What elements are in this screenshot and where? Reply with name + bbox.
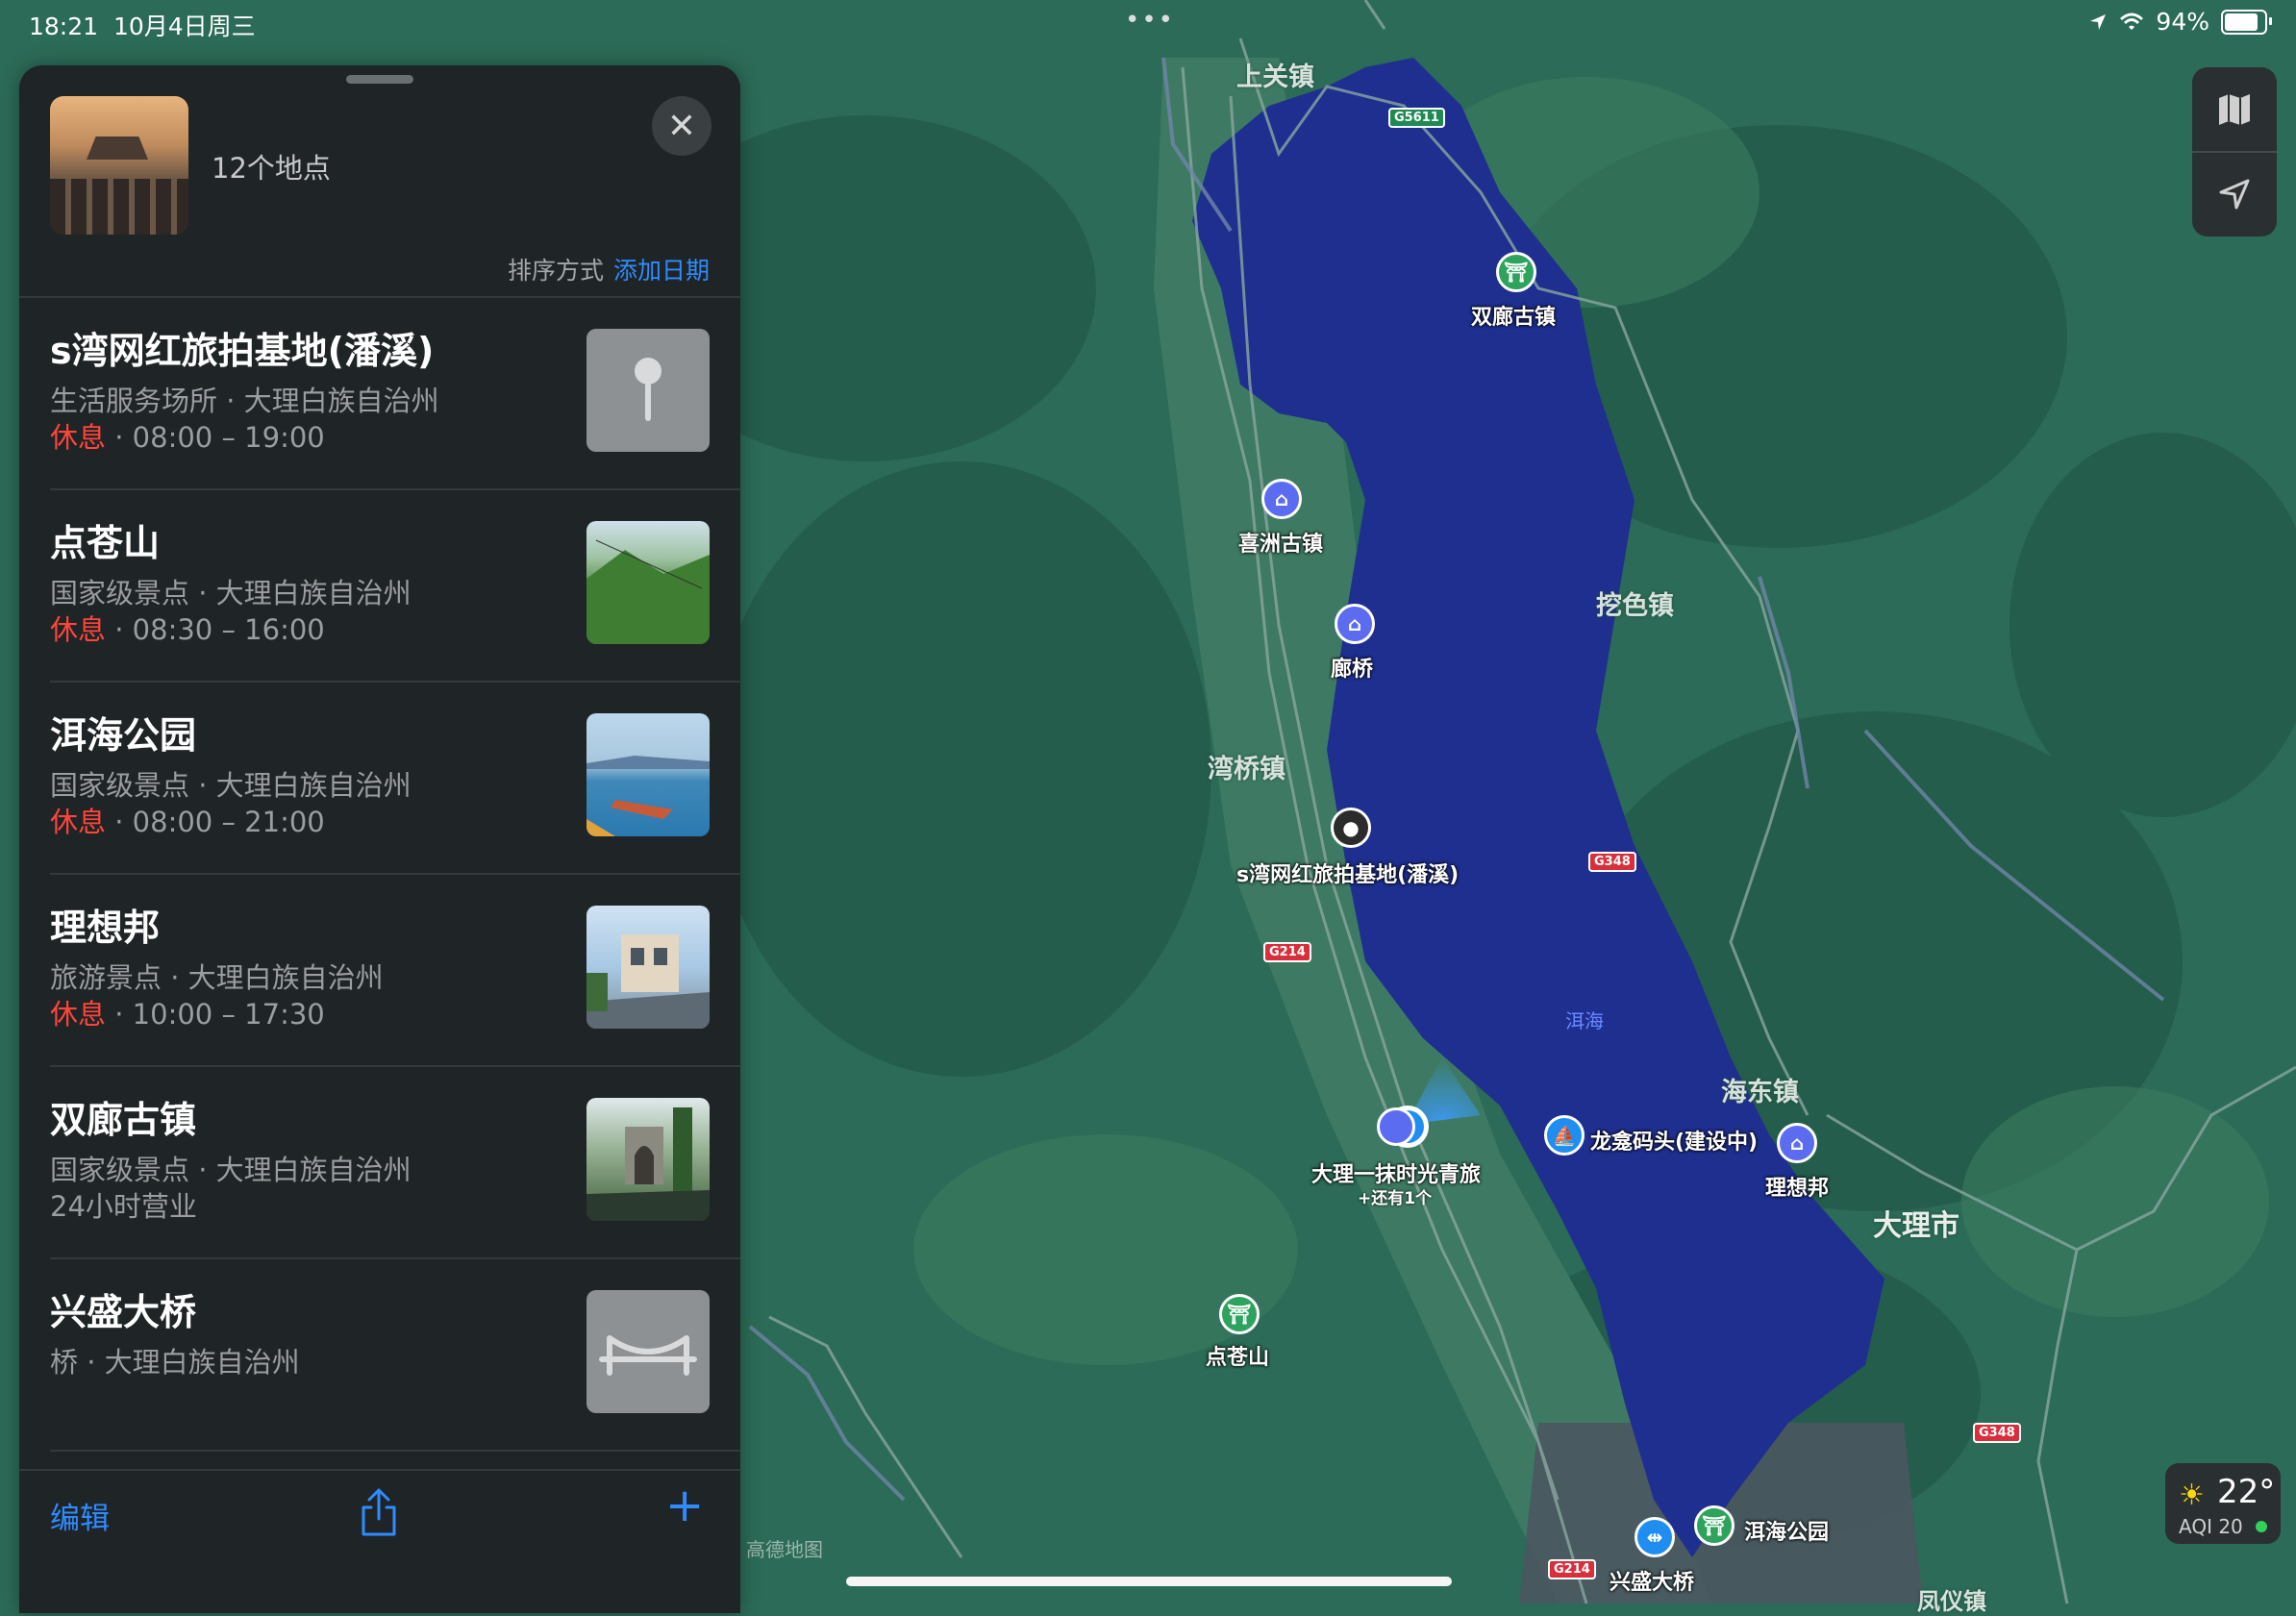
home-indicator[interactable] [846,1577,1452,1586]
sun-icon: ☀ [2179,1479,2205,1512]
town-label: 凤仪镇 [1917,1588,1986,1615]
place-title: 兴盛大桥 [50,1291,197,1333]
road-shield: G214 [1263,942,1311,962]
sort-label: 排序方式 [507,257,604,285]
poi-longkan-label[interactable]: 龙龛码头(建设中) [1590,1125,1758,1156]
weather-widget[interactable]: ☀ 22° AQI 20 [2165,1463,2281,1544]
poi-swan-pin[interactable]: ● [1331,808,1371,848]
road-shield: G348 [1588,852,1636,872]
place-hours: 休息 · 10:00 – 17:30 [50,998,325,1031]
place-title: 洱海公园 [50,714,197,757]
status-bar: 18:21 10月4日周三 ••• 94% [0,0,2296,46]
guide-panel: 12个地点 ✕ 排序方式 添加日期 s湾网红旅拍基地(潘溪) 生活服务场所 · 大… [19,65,740,1613]
poi-swan-label[interactable]: s湾网红旅拍基地(潘溪) [1236,858,1459,888]
town-label: 湾桥镇 [1208,755,1285,784]
poi-diancang-pin[interactable]: ⛩ [1219,1294,1260,1334]
poi-erhai-park-label[interactable]: 洱海公园 [1744,1515,1829,1546]
wifi-icon [2120,12,2144,30]
poi-shuanglang-pin[interactable]: ⛩ [1496,252,1536,292]
close-icon: ✕ [666,106,697,146]
building-photo [586,906,710,1029]
place-hours: 休息 · 08:30 – 16:00 [50,613,325,646]
locate-me-icon[interactable] [2213,173,2256,215]
poi-shuanglang-label[interactable]: 双廊古镇 [1471,300,1556,331]
place-subtitle: 桥 · 大理白族自治州 [50,1346,300,1379]
place-subtitle: 国家级景点 · 大理白族自治州 [50,577,412,609]
poi-langqiao-label[interactable]: 廊桥 [1331,652,1373,683]
poi-langqiao-pin[interactable]: ⌂ [1335,604,1375,644]
poi-lixiangbang-pin[interactable]: ⌂ [1777,1123,1817,1163]
plus-icon: + [665,1479,705,1532]
mountain-photo [586,521,710,644]
panel-grabber[interactable] [346,75,413,84]
place-title: 点苍山 [50,522,161,564]
list-item[interactable]: 理想邦 旅游景点 · 大理白族自治州 休息 · 10:00 – 17:30 [19,875,740,1067]
status-time: 18:21 10月4日周三 [29,12,256,40]
list-item[interactable]: s湾网红旅拍基地(潘溪) 生活服务场所 · 大理白族自治州 休息 · 08:00… [19,298,740,490]
poi-lixiangbang-label[interactable]: 理想邦 [1765,1171,1829,1202]
poi-xingsheng-label[interactable]: 兴盛大桥 [1610,1565,1694,1596]
location-arrow-icon [2090,13,2107,30]
place-subtitle: 国家级景点 · 大理白族自治州 [50,769,412,802]
poi-diancang-label[interactable]: 点苍山 [1206,1340,1269,1371]
place-hours: 休息 · 08:00 – 19:00 [50,421,325,454]
map-watermark: 高德地图 [746,1538,823,1561]
town-photo [586,1098,710,1221]
guide-place-count: 12个地点 [212,152,331,185]
town-label: 上关镇 [1236,62,1314,92]
add-place-button[interactable]: + [665,1482,704,1529]
list-item[interactable]: 双廊古镇 国家级景点 · 大理白族自治州 24小时营业 [19,1067,740,1259]
sort-option-link[interactable]: 添加日期 [613,257,710,285]
status-right: 94% [2088,8,2272,36]
place-hours: 休息 · 08:00 – 21:00 [50,806,325,838]
bridge-icon [586,1290,710,1413]
hostel-cluster-pin[interactable] [1377,1107,1415,1146]
guide-cover-image [50,96,188,235]
edit-button[interactable]: 编辑 [50,1494,110,1537]
battery-percent: 94% [2156,8,2209,36]
map-controls [2192,67,2277,236]
map-mode-icon[interactable] [2213,88,2256,131]
place-title: 双廊古镇 [50,1099,197,1141]
list-item[interactable]: 兴盛大桥 桥 · 大理白族自治州 [19,1259,740,1452]
battery-icon [2221,9,2272,35]
place-hours: 24小时营业 [50,1190,197,1223]
place-subtitle: 国家级景点 · 大理白族自治州 [50,1154,412,1186]
place-subtitle: 旅游景点 · 大理白族自治州 [50,961,384,994]
lake-label: 洱海 [1565,1009,1604,1032]
poi-hostel-more[interactable]: +还有1个 [1358,1184,1432,1208]
list-item[interactable]: 洱海公园 国家级景点 · 大理白族自治州 休息 · 08:00 – 21:00 [19,683,740,875]
town-label: 挖色镇 [1596,591,1674,621]
aqi-status-dot [2256,1521,2267,1532]
road-shield: G348 [1973,1423,2021,1443]
multitasking-dots-icon[interactable]: ••• [1125,6,1175,35]
town-label: 海东镇 [1721,1078,1799,1107]
road-shield: G5611 [1388,108,1445,128]
poi-longkan-pin[interactable]: ⛵ [1544,1115,1585,1156]
poi-xizhou-pin[interactable]: ⌂ [1261,479,1302,519]
share-icon[interactable] [358,1486,400,1538]
poi-xingsheng-pin[interactable]: ⇹ [1635,1517,1675,1557]
place-subtitle: 生活服务场所 · 大理白族自治州 [50,385,439,417]
list-item[interactable]: 点苍山 国家级景点 · 大理白族自治州 休息 · 08:30 – 16:00 [19,490,740,683]
close-button[interactable]: ✕ [652,96,711,156]
lake-photo [586,713,710,836]
place-list: s湾网红旅拍基地(潘溪) 生活服务场所 · 大理白族自治州 休息 · 08:00… [19,298,740,1452]
sort-row: 排序方式 添加日期 [508,252,710,286]
road-shield: G214 [1548,1559,1596,1579]
location-pin-icon [586,329,710,452]
poi-erhai-park-pin[interactable]: ⛩ [1694,1505,1734,1546]
city-label: 大理市 [1873,1209,1959,1243]
weather-aqi: AQI 20 [2179,1515,2243,1538]
weather-temp: 22° [2217,1473,2276,1511]
place-title: 理想邦 [50,907,161,949]
place-title: s湾网红旅拍基地(潘溪) [50,330,435,372]
poi-xizhou-label[interactable]: 喜洲古镇 [1238,527,1323,558]
